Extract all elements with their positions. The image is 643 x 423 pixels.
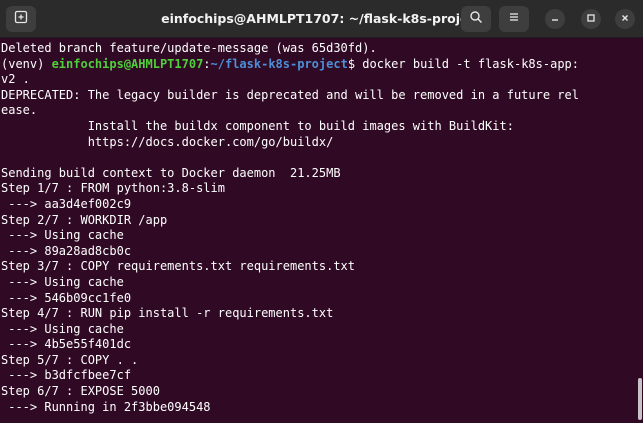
output-line: ease. [1, 103, 38, 118]
scrollbar-thumb[interactable] [638, 378, 642, 420]
output-line: DEPRECATED: The legacy builder is deprec… [1, 87, 579, 102]
new-tab-icon [14, 10, 28, 29]
build-step-result: ---> Using cache [1, 321, 124, 336]
search-button[interactable] [461, 6, 491, 32]
minimize-icon [550, 10, 560, 28]
menu-button[interactable] [499, 6, 529, 32]
prompt-path: ~/flask-k8s-project [210, 56, 348, 71]
build-step-result: ---> Running in 2f3bbe094548 [1, 399, 211, 414]
prompt-symbol: $ [347, 56, 363, 71]
title-bar: einfochips@AHMLPT1707: ~/flask-k8s-proje… [0, 0, 643, 38]
minimize-button[interactable] [545, 9, 565, 29]
build-step-line: Step 6/7 : EXPOSE 5000 [1, 384, 160, 399]
build-step-line: Step 5/7 : COPY . . [1, 352, 139, 367]
maximize-button[interactable] [581, 9, 601, 29]
prompt-colon: : [203, 56, 211, 71]
maximize-icon [586, 10, 596, 28]
command-text: docker build -t flask-k8s-app: [362, 56, 580, 71]
prompt-user-host: einfochips@AHMLPT1707 [51, 56, 204, 71]
build-step-result: ---> Using cache [1, 228, 124, 243]
build-step-result: ---> aa3d4ef002c9 [1, 196, 132, 211]
search-icon [469, 10, 483, 29]
build-step-result: ---> b3dfcfbee7cf [1, 368, 132, 383]
build-step-result: ---> 89a28ad8cb0c [1, 243, 132, 258]
command-continuation: v2 . [1, 72, 30, 87]
output-line: Deleted branch feature/update-message (w… [1, 41, 377, 55]
hamburger-menu-icon [507, 10, 521, 29]
build-step-line: Step 3/7 : COPY requirements.txt require… [1, 259, 356, 274]
terminal-output[interactable]: Deleted branch feature/update-message (w… [1, 41, 637, 415]
build-step-result: ---> 546b09cc1fe0 [1, 290, 132, 305]
new-tab-button[interactable] [6, 6, 36, 32]
build-step-line: Step 4/7 : RUN pip install -r requiremen… [1, 306, 334, 321]
output-line: https://docs.docker.com/go/buildx/ [1, 134, 334, 149]
build-step-line: Step 1/7 : FROM python:3.8-slim [1, 181, 225, 196]
venv-prefix: (venv) [1, 56, 52, 71]
output-line: Install the buildx component to build im… [1, 118, 514, 133]
build-step-result: ---> 4b5e55f401dc [1, 337, 132, 352]
output-line: Sending build context to Docker daemon 2… [1, 165, 341, 180]
close-icon [620, 10, 630, 28]
terminal-window: einfochips@AHMLPT1707: ~/flask-k8s-proje… [0, 0, 643, 423]
build-step-line: Step 2/7 : WORKDIR /app [1, 212, 168, 227]
close-button[interactable] [615, 9, 635, 29]
build-step-result: ---> Using cache [1, 274, 124, 289]
prompt-line: (venv) einfochips@AHMLPT1707:~/flask-k8s… [1, 57, 637, 73]
